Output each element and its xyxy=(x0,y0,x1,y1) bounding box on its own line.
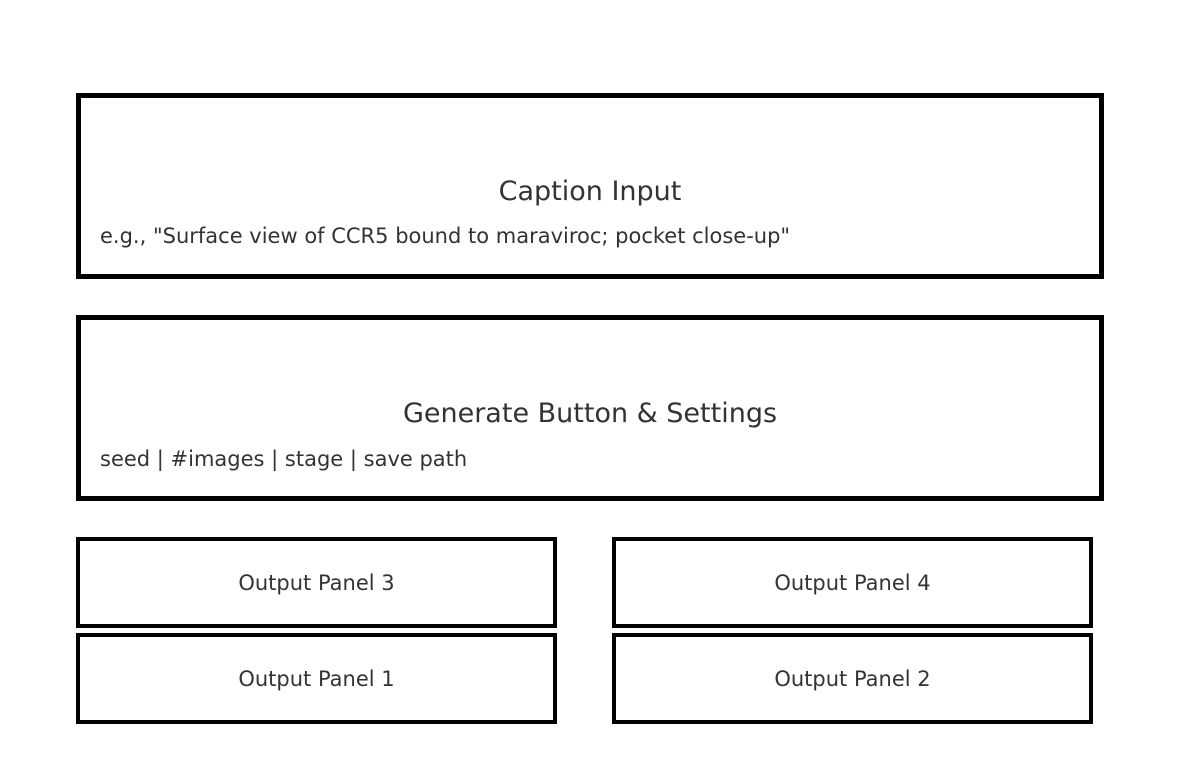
output-panel-3: Output Panel 3 xyxy=(76,537,557,628)
output-panel-4: Output Panel 4 xyxy=(612,537,1093,628)
output-panel-2-label: Output Panel 2 xyxy=(774,666,931,691)
ui-wireframe-diagram: Caption Input e.g., "Surface view of CCR… xyxy=(0,0,1180,780)
output-panel-4-label: Output Panel 4 xyxy=(774,570,931,595)
output-panel-2: Output Panel 2 xyxy=(612,633,1093,724)
caption-input-box[interactable]: Caption Input e.g., "Surface view of CCR… xyxy=(76,93,1104,279)
caption-input-title: Caption Input xyxy=(498,176,682,207)
generate-settings-box[interactable]: Generate Button & Settings seed | #image… xyxy=(76,315,1104,501)
caption-input-example: e.g., "Surface view of CCR5 bound to mar… xyxy=(100,224,791,248)
output-panel-1-label: Output Panel 1 xyxy=(238,666,395,691)
output-panel-3-label: Output Panel 3 xyxy=(238,570,395,595)
output-panel-1: Output Panel 1 xyxy=(76,633,557,724)
generate-settings-title: Generate Button & Settings xyxy=(402,398,778,429)
generate-settings-list: seed | #images | stage | save path xyxy=(100,447,468,471)
